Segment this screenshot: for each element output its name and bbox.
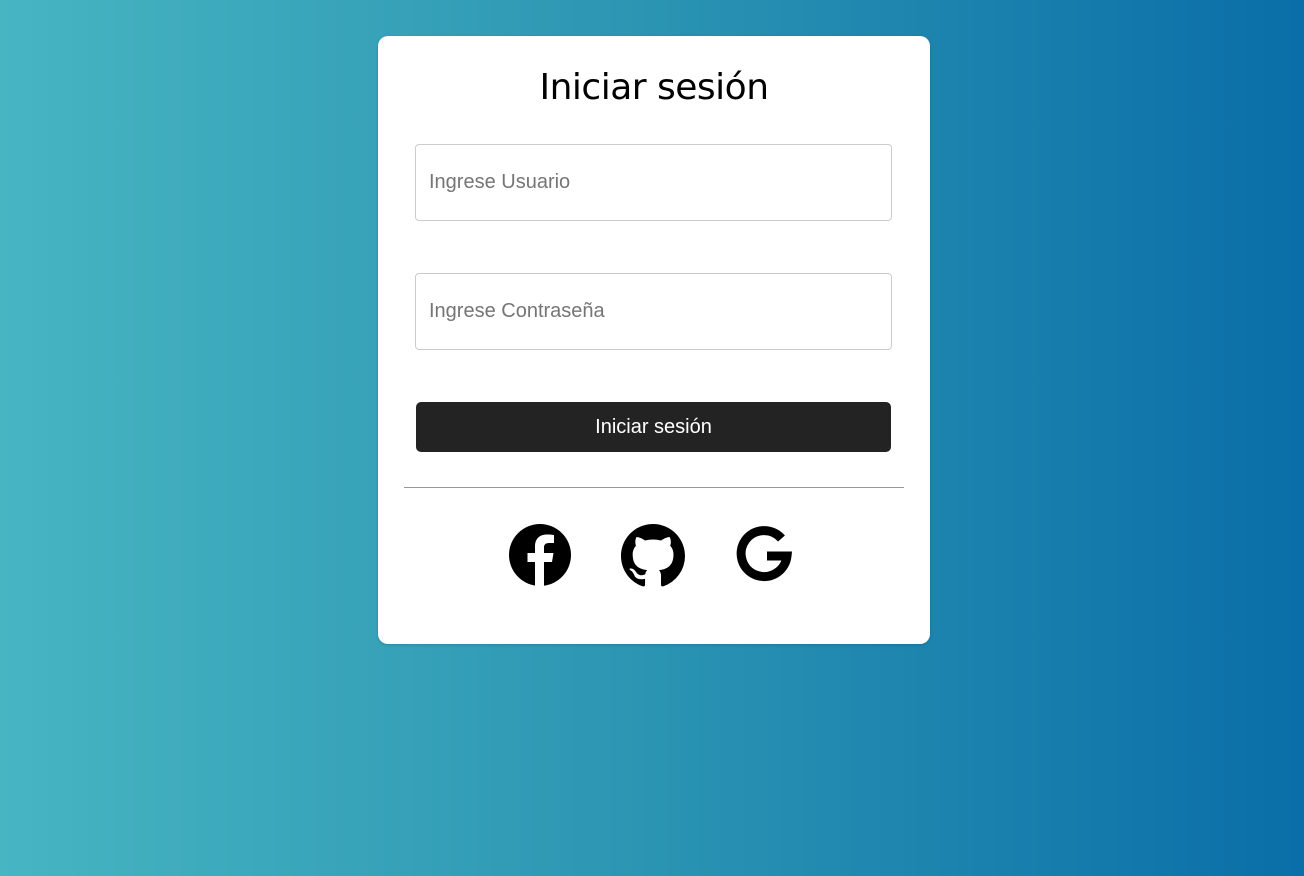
facebook-login-link[interactable] (509, 524, 573, 588)
login-button[interactable]: Iniciar sesión (416, 402, 891, 452)
divider (404, 487, 904, 488)
github-login-link[interactable] (621, 524, 685, 588)
google-icon (733, 524, 797, 588)
page-title: Iniciar sesión (539, 67, 769, 108)
username-field[interactable] (415, 144, 892, 221)
github-icon (621, 524, 685, 588)
login-card: Iniciar sesión Iniciar sesión (378, 36, 930, 644)
facebook-icon (509, 524, 573, 588)
google-login-link[interactable] (733, 524, 797, 588)
password-field[interactable] (415, 273, 892, 350)
